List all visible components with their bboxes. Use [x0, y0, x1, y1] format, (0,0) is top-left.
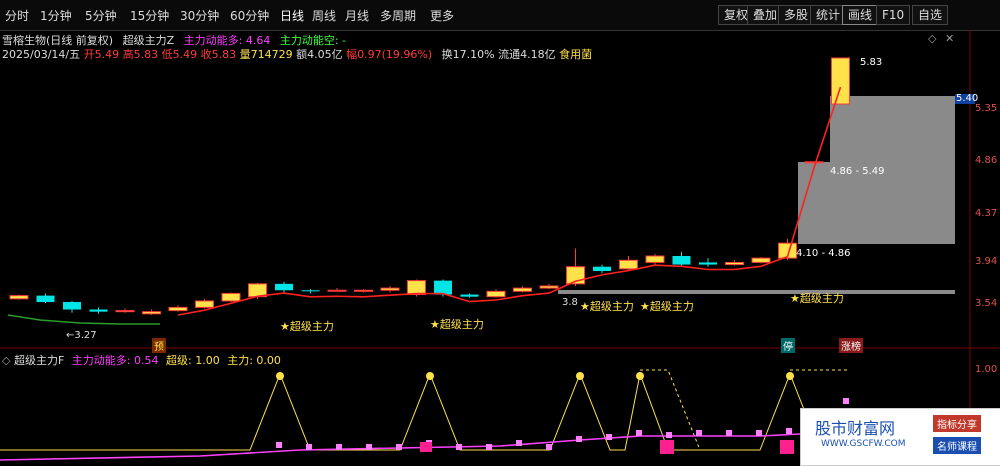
candle-body	[301, 290, 320, 292]
period-multi[interactable]: 多周期	[380, 7, 416, 24]
candle-body	[168, 306, 188, 312]
signal-label-4: ★超级主力	[640, 300, 694, 313]
axis-price-5: 3.54	[975, 298, 998, 309]
period-weekly[interactable]: 周线	[312, 7, 336, 24]
candle-body	[619, 259, 638, 270]
candle-body	[804, 161, 824, 164]
candle-body	[539, 285, 559, 289]
watermark-btn-share[interactable]: 指标分享	[933, 415, 981, 432]
candle-body	[672, 256, 691, 265]
watermark-logo: 股市财富网 WWW.GSCFW.COM 指标分享 名师课程	[800, 408, 1000, 466]
candle-body	[142, 311, 161, 315]
period-30min[interactable]: 30分钟	[180, 7, 219, 24]
candle-body	[275, 283, 293, 291]
period-toolbar: 分时 1分钟 5分钟 15分钟 30分钟 60分钟 日线 周线 月线 多周期 更…	[0, 0, 1000, 31]
candle-body	[593, 266, 611, 271]
candle-body	[407, 280, 426, 296]
current-price-value: 5.40	[956, 93, 979, 104]
axis-price-4: 3.94	[975, 256, 998, 267]
period-15min[interactable]: 15分钟	[130, 7, 169, 24]
tongji-button[interactable]: 统计	[810, 5, 847, 25]
moving-average-line	[177, 86, 842, 316]
candle-body	[380, 287, 400, 291]
candle-body	[195, 300, 214, 308]
green-ma-line	[7, 314, 160, 325]
support-line	[558, 290, 955, 294]
candle-body	[434, 280, 452, 295]
period-more[interactable]: 更多	[430, 7, 454, 24]
candle-body	[513, 287, 532, 292]
candle-body	[221, 292, 241, 302]
mid-price-label: 3.8	[562, 297, 578, 308]
period-60min[interactable]: 60分钟	[230, 7, 269, 24]
period-monthly[interactable]: 月线	[345, 7, 369, 24]
candle-body	[699, 262, 717, 265]
candle-body	[460, 294, 479, 297]
candle-body	[63, 302, 81, 310]
zone-lower-label: 4.10 - 4.86	[796, 248, 851, 259]
candle-body	[831, 57, 850, 105]
f10-button[interactable]: F10	[876, 5, 911, 25]
candle-body	[486, 290, 506, 298]
candle-body	[9, 295, 29, 300]
watermark-url: WWW.GSCFW.COM	[821, 439, 906, 449]
candle-body	[751, 257, 771, 263]
duogu-button[interactable]: 多股	[778, 5, 815, 25]
candle-body	[89, 309, 108, 312]
period-fenshi[interactable]: 分时	[5, 7, 29, 24]
price-chart[interactable]	[0, 30, 1000, 350]
candle-body	[645, 255, 665, 263]
axis-price-3: 4.37	[975, 208, 998, 219]
signal-label-5: ★超级主力	[790, 292, 844, 305]
candle-body	[725, 261, 744, 266]
zixuan-button[interactable]: 自选	[912, 5, 949, 25]
signal-label-3: ★超级主力	[580, 300, 634, 313]
signal-label-2: ★超级主力	[430, 318, 484, 331]
period-1min[interactable]: 1分钟	[40, 7, 72, 24]
signal-label-1: ★超级主力	[280, 320, 334, 333]
candle-body	[36, 295, 55, 303]
resistance-zone-upper	[830, 96, 955, 162]
low-price-label: ←3.27	[66, 330, 97, 341]
huaxian-button[interactable]: 画线	[842, 5, 879, 25]
high-price-label: 5.83	[860, 57, 883, 68]
axis-price-2: 4.86	[975, 155, 998, 166]
axis-price-1: 5.35	[975, 103, 998, 114]
watermark-title: 股市财富网	[815, 419, 896, 438]
candle-body	[115, 310, 135, 313]
money-bag-icons	[276, 372, 794, 380]
candle-body	[327, 289, 347, 292]
super-signal-line	[0, 372, 850, 451]
period-daily[interactable]: 日线	[280, 7, 304, 24]
period-5min[interactable]: 5分钟	[85, 7, 117, 24]
watermark-btn-course[interactable]: 名师课程	[933, 437, 981, 454]
candle-body	[354, 289, 373, 292]
zone-upper-label: 4.86 - 5.49	[830, 166, 885, 177]
